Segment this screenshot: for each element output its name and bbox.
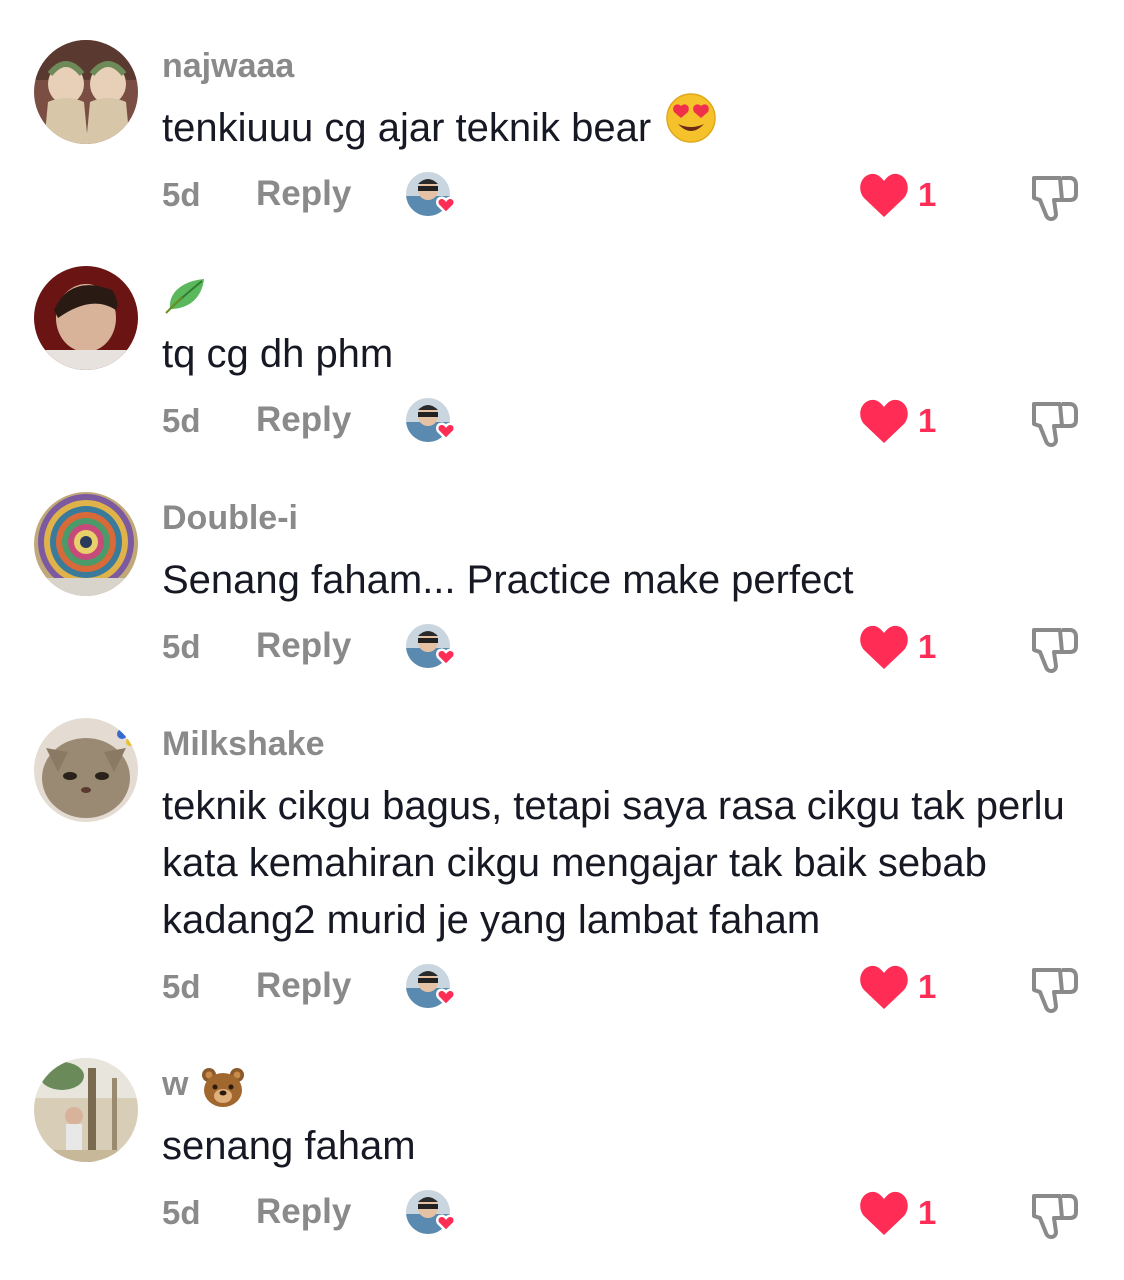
like-count: 1 — [918, 1194, 937, 1231]
comment-text-content: teknik cikgu bagus, tetapi saya rasa cik… — [162, 784, 1065, 942]
heart-icon[interactable] — [858, 171, 910, 219]
reply-button[interactable]: Reply — [256, 400, 351, 440]
comment-actions: 5d Reply 1 — [0, 624, 1124, 674]
reply-button[interactable]: Reply — [256, 1192, 351, 1232]
like-count: 1 — [918, 968, 937, 1005]
username-text: Double-i — [162, 499, 298, 537]
creator-liked-avatar-icon — [404, 1188, 464, 1238]
comment-text: Senang faham... Practice make perfect — [162, 552, 1092, 609]
like-count: 1 — [918, 402, 937, 439]
thumbs-down-icon[interactable] — [1026, 622, 1082, 676]
avatar-image — [34, 40, 138, 144]
comment-username[interactable]: w — [162, 1064, 246, 1108]
comment-text: teknik cikgu bagus, tetapi saya rasa cik… — [162, 778, 1092, 949]
comment-text: tq cg dh phm — [162, 326, 1092, 383]
comment-time: 5d — [162, 176, 201, 213]
reply-button[interactable]: Reply — [256, 174, 351, 214]
thumbs-down-icon[interactable] — [1026, 396, 1082, 450]
heart-icon[interactable] — [858, 397, 910, 445]
comment-time: 5d — [162, 968, 201, 1005]
avatar-image — [34, 266, 138, 370]
heart-eyes-emoji-icon — [665, 92, 717, 160]
heart-icon[interactable] — [858, 623, 910, 671]
comment-username[interactable]: Double-i — [162, 498, 298, 538]
comment-text-content: tq cg dh phm — [162, 332, 394, 376]
creator-liked-avatar-icon — [404, 962, 464, 1012]
like-count: 1 — [918, 628, 937, 665]
reply-button[interactable]: Reply — [256, 966, 351, 1006]
comment-text: tenkiuuu cg ajar teknik bear — [162, 93, 1092, 160]
comment-username[interactable]: Milkshake — [162, 724, 325, 764]
comment-username[interactable] — [162, 272, 208, 315]
comment-time: 5d — [162, 402, 201, 439]
username-text: Milkshake — [162, 725, 325, 763]
avatar[interactable] — [34, 266, 138, 370]
comment-text-content: Senang faham... Practice make perfect — [162, 558, 854, 602]
thumbs-down-icon[interactable] — [1026, 1188, 1082, 1242]
avatar[interactable] — [34, 40, 138, 144]
creator-liked-avatar-icon — [404, 170, 464, 220]
comment-text-content: tenkiuuu cg ajar teknik bear — [162, 106, 652, 150]
comment-time: 5d — [162, 628, 201, 665]
username-text: najwaaa — [162, 47, 295, 85]
comment-username[interactable]: najwaaa — [162, 46, 294, 86]
thumbs-down-icon[interactable] — [1026, 962, 1082, 1016]
bear-emoji-icon — [200, 1066, 246, 1107]
comment-actions: 5d Reply 1 — [0, 398, 1124, 448]
heart-icon[interactable] — [858, 963, 910, 1011]
creator-liked-avatar-icon — [404, 396, 464, 446]
leaf-emoji-icon — [164, 274, 208, 314]
avatar-image — [34, 492, 138, 596]
comment-actions: 5d Reply 1 — [0, 172, 1124, 222]
avatar[interactable] — [34, 492, 138, 596]
reply-button[interactable]: Reply — [256, 626, 351, 666]
creator-liked-avatar-icon — [404, 622, 464, 672]
avatar[interactable] — [34, 718, 138, 822]
like-count: 1 — [918, 176, 937, 213]
comment-text: senang faham — [162, 1118, 1092, 1175]
comment-actions: 5d Reply 1 — [0, 964, 1124, 1014]
comment-text-content: senang faham — [162, 1124, 416, 1168]
avatar-image — [34, 1058, 138, 1162]
thumbs-down-icon[interactable] — [1026, 170, 1082, 224]
comment-time: 5d — [162, 1194, 201, 1231]
avatar-image — [34, 718, 138, 822]
username-text: w — [162, 1065, 189, 1103]
avatar[interactable] — [34, 1058, 138, 1162]
comment-actions: 5d Reply 1 — [0, 1190, 1124, 1240]
heart-icon[interactable] — [858, 1189, 910, 1237]
